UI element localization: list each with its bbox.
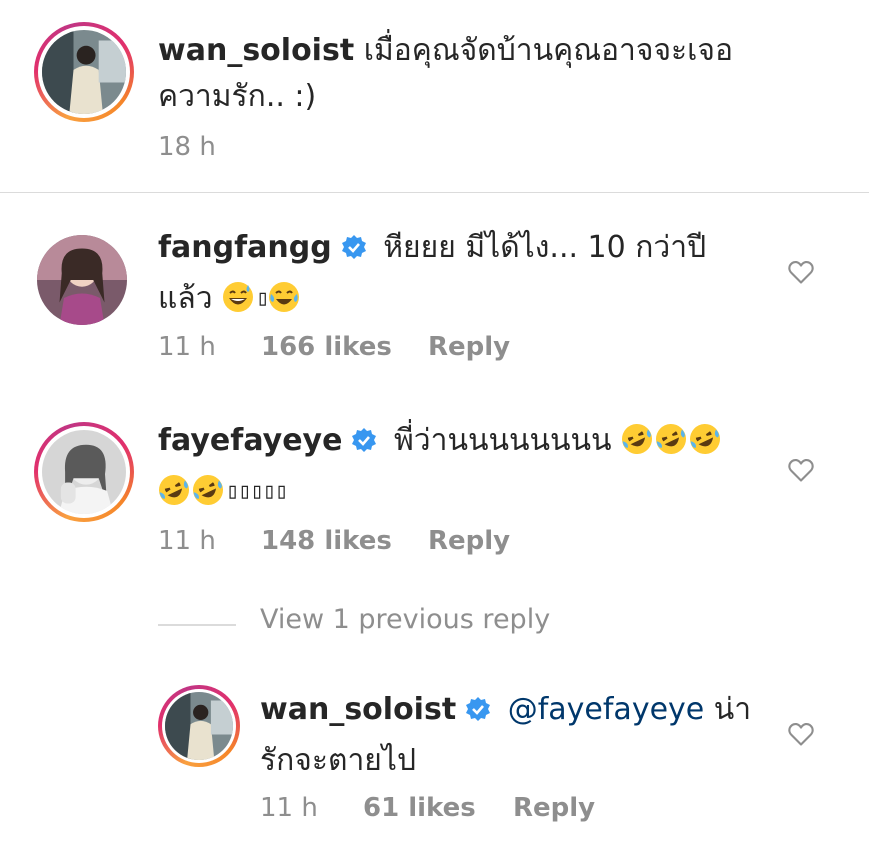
rofl-emoji	[158, 474, 190, 520]
rofl-emoji	[192, 474, 224, 520]
mention-link[interactable]: @fayefayeye	[508, 692, 705, 727]
rofl-emoji	[621, 423, 653, 469]
comment-time: 11 h	[158, 332, 216, 362]
comment-avatar-fayefayeye[interactable]	[34, 422, 134, 522]
comment-text-fayefayeye: fayefayeye พี่ว่านนนนนนนน ▯▯▯▯▯	[158, 418, 778, 520]
reply-line1-rest: น่า	[713, 692, 752, 727]
comment-time: 11 h	[158, 526, 216, 556]
caption-line1: เมื่อคุณจัดบ้านคุณอาจจะเจอ	[363, 33, 734, 68]
heart-icon[interactable]	[787, 720, 815, 748]
comment-meta-fayefayeye: 11 h 148 likes Reply	[158, 526, 510, 556]
verified-badge-icon	[350, 423, 378, 469]
likes-count[interactable]: 148 likes	[261, 526, 428, 556]
comment-text-fangfangg: fangfangg หียยย มีได้ไง... 10 กว่าปี แล้…	[158, 225, 758, 327]
caption-line2: ความรัก.. :)	[158, 79, 317, 114]
comment-line2: แล้ว	[158, 281, 213, 316]
missing-glyph-boxes: ▯▯▯▯▯	[226, 479, 288, 504]
comment-line1: พี่ว่านนนนนนนน	[394, 423, 612, 458]
comment-username[interactable]: fayefayeye	[158, 423, 342, 458]
rofl-emoji	[689, 423, 721, 469]
reply-button[interactable]: Reply	[428, 332, 510, 362]
tears-of-joy-emoji	[268, 281, 300, 327]
reply-avatar[interactable]	[158, 685, 240, 767]
comment-username[interactable]: fangfangg	[158, 230, 332, 265]
comment-meta-fangfangg: 11 h 166 likes Reply	[158, 332, 510, 362]
caption-time: 18 h	[158, 132, 216, 162]
reply-username[interactable]: wan_soloist	[260, 692, 456, 727]
reply-text: wan_soloist @fayefayeye น่า รักจะตายไป	[260, 687, 780, 784]
heart-icon[interactable]	[787, 258, 815, 286]
view-replies-line	[158, 624, 236, 626]
likes-count[interactable]: 166 likes	[261, 332, 428, 362]
verified-badge-icon	[464, 692, 492, 738]
verified-badge-icon	[340, 230, 368, 276]
view-previous-replies-link[interactable]: View 1 previous reply	[260, 604, 550, 635]
reply-button[interactable]: Reply	[428, 526, 510, 556]
reply-meta: 11 h 61 likes Reply	[260, 793, 595, 823]
reply-button[interactable]: Reply	[513, 793, 595, 823]
caption-avatar[interactable]	[34, 22, 134, 122]
reply-line2: รักจะตายไป	[260, 743, 417, 778]
grinning-sweat-emoji	[222, 281, 254, 327]
reply-time: 11 h	[260, 793, 318, 823]
caption-username[interactable]: wan_soloist	[158, 33, 354, 68]
heart-icon[interactable]	[787, 456, 815, 484]
rofl-emoji	[655, 423, 687, 469]
comment-line1: หียยย มีได้ไง... 10 กว่าปี	[383, 230, 707, 265]
caption-text: wan_soloist เมื่อคุณจัดบ้านคุณอาจจะเจอ ค…	[158, 28, 798, 120]
comment-avatar-fangfangg[interactable]	[37, 235, 127, 325]
caption-meta: 18 h	[158, 132, 261, 162]
likes-count[interactable]: 61 likes	[363, 793, 513, 823]
missing-glyph-box: ▯	[256, 286, 269, 311]
divider	[0, 192, 869, 193]
